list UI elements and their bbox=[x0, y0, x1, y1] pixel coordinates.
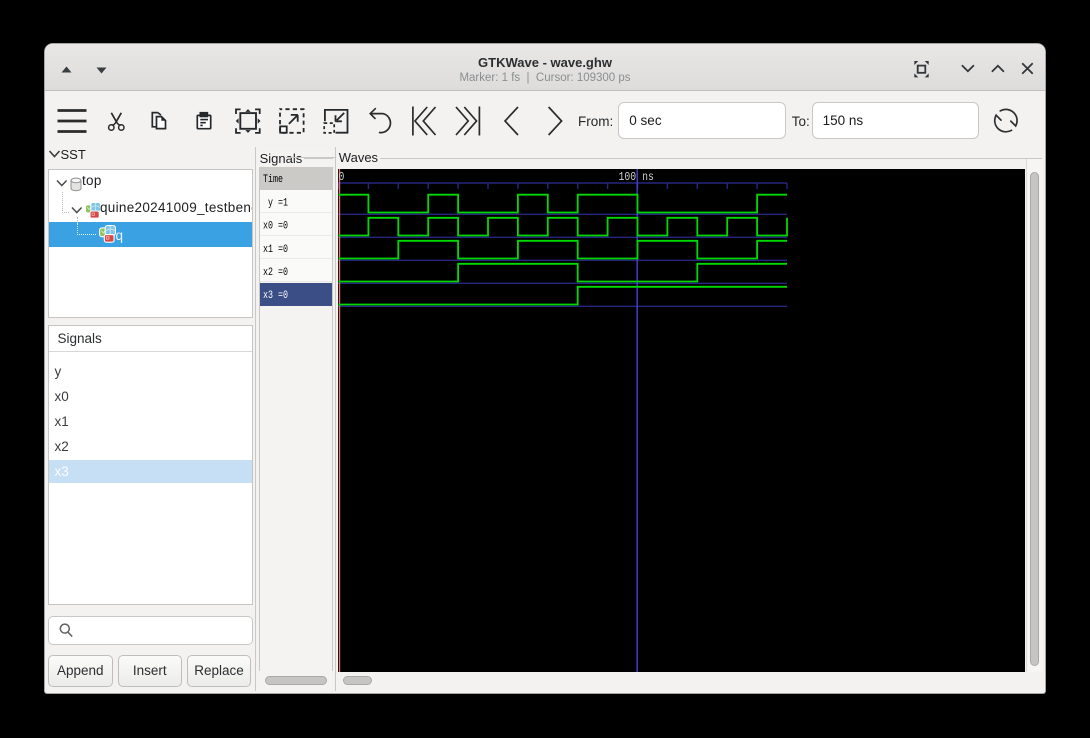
svg-text:x2 =0: x2 =0 bbox=[263, 266, 288, 278]
svg-text:x3 =0: x3 =0 bbox=[263, 289, 288, 301]
svg-text:Time: Time bbox=[263, 173, 283, 185]
svg-text:y =1: y =1 bbox=[263, 196, 288, 208]
svg-text:0: 0 bbox=[338, 171, 344, 184]
svg-text:x1 =0: x1 =0 bbox=[263, 243, 288, 255]
svg-text:x0 =0: x0 =0 bbox=[263, 220, 288, 232]
svg-text:100 ns: 100 ns bbox=[618, 171, 653, 184]
